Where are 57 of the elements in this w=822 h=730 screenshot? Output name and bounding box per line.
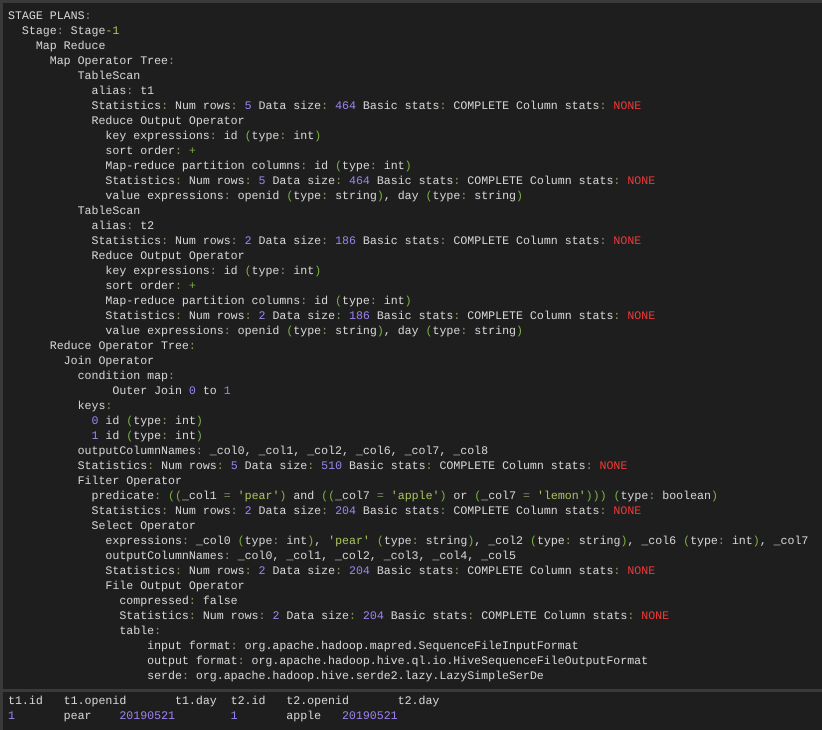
plan-line: Map-reduce partition columns: id (type: int) xyxy=(104,159,413,174)
plan-line: TableScan xyxy=(76,69,142,84)
result-cell: apple xyxy=(286,710,322,723)
plan-line: 0 id (type: int) xyxy=(90,414,204,429)
plan-line: input format: org.apache.hadoop.mapred.SequenceFileInputFormat xyxy=(146,639,580,654)
result-cell: 1 xyxy=(8,710,15,723)
plan-line: value expressions: openid (type: string), day (type: string) xyxy=(104,189,524,204)
plan-line: Stage: Stage-1 xyxy=(20,24,120,39)
plan-line: Outer Join 0 to 1 xyxy=(111,384,232,399)
plan-line: Reduce Output Operator xyxy=(90,114,246,129)
plan-line: Join Operator xyxy=(62,354,156,369)
column-header: t1.openid xyxy=(64,695,126,708)
column-header: t2.day xyxy=(398,695,440,708)
plan-line: Statistics: Num rows: 5 Data size: 510 Basic stats: COMPLETE Column stats: NONE xyxy=(76,459,628,474)
plan-line: value expressions: openid (type: string), day (type: string) xyxy=(104,324,524,339)
plan-line: Statistics: Num rows: 2 Data size: 204 Basic stats: COMPLETE Column stats: NONE xyxy=(90,504,642,519)
plan-line: compressed: false xyxy=(118,594,239,609)
plan-line: alias: t2 xyxy=(90,219,156,234)
plan-line: output format: org.apache.hadoop.hive.ql.io.HiveSequenceFileOutputFormat xyxy=(146,654,650,669)
plan-line: Map Reduce xyxy=(34,39,106,54)
plan-line: Map-reduce partition columns: id (type: int) xyxy=(104,294,413,309)
plan-line: File Output Operator xyxy=(104,579,246,594)
plan-line: predicate: ((_col1 = 'pear') and ((_col7 = 'apple') or (_col7 = 'lemon'))) (type: boolean) xyxy=(90,489,719,504)
plan-line: Statistics: Num rows: 5 Data size: 464 Basic stats: COMPLETE Column stats: NONE xyxy=(90,99,642,114)
plan-line: outputColumnNames: _col0, _col1, _col2, _col6, _col7, _col8 xyxy=(76,444,490,459)
result-cell: 20190521 xyxy=(342,710,398,723)
plan-line: Statistics: Num rows: 2 Data size: 186 Basic stats: COMPLETE Column stats: NONE xyxy=(104,309,656,324)
column-header: t2.openid xyxy=(286,695,349,708)
column-header: t2.id xyxy=(230,695,266,708)
plan-line: serde: org.apache.hadoop.hive.serde2.lazy.LazySimpleSerDe xyxy=(146,669,545,684)
plan-line: alias: t1 xyxy=(90,84,156,99)
plan-line: keys: xyxy=(76,399,114,414)
plan-line: key expressions: id (type: int) xyxy=(104,129,322,144)
plan-line: Reduce Output Operator xyxy=(90,249,246,264)
plan-line: sort order: + xyxy=(104,279,197,294)
plan-line: TableScan xyxy=(76,204,142,219)
plan-line: condition map: xyxy=(76,369,176,384)
plan-line: outputColumnNames: _col0, _col1, _col2, _col3, _col4, _col5 xyxy=(104,549,517,564)
plan-line: sort order: + xyxy=(104,144,197,159)
plan-line: table: xyxy=(118,624,162,639)
plan-line: expressions: _col0 (type: int), 'pear' (type: string), _col2 (type: string), _col6 (type: int), _col7 xyxy=(104,534,810,549)
plan-line: Select Operator xyxy=(90,519,197,534)
plan-line: Reduce Operator Tree: xyxy=(48,339,197,354)
plan-line: Map Operator Tree: xyxy=(48,54,176,69)
plan-line: Filter Operator xyxy=(76,474,183,489)
plan-line: Statistics: Num rows: 2 Data size: 186 Basic stats: COMPLETE Column stats: NONE xyxy=(90,234,642,249)
result-cell: pear xyxy=(64,710,92,723)
plan-line: Statistics: Num rows: 2 Data size: 204 Basic stats: COMPLETE Column stats: NONE xyxy=(104,564,656,579)
column-header: t1.id xyxy=(8,695,43,708)
column-header: t1.day xyxy=(174,695,217,708)
result-cell: 20190521 xyxy=(119,710,175,723)
plan-line: Statistics: Num rows: 5 Data size: 464 Basic stats: COMPLETE Column stats: NONE xyxy=(104,174,656,189)
plan-line: 1 id (type: int) xyxy=(90,429,204,444)
plan-line: Statistics: Num rows: 2 Data size: 204 Basic stats: COMPLETE Column stats: NONE xyxy=(118,609,670,624)
plan-line: STAGE PLANS: xyxy=(8,9,92,24)
plan-line: key expressions: id (type: int) xyxy=(104,264,322,279)
result-cell: 1 xyxy=(230,710,238,723)
